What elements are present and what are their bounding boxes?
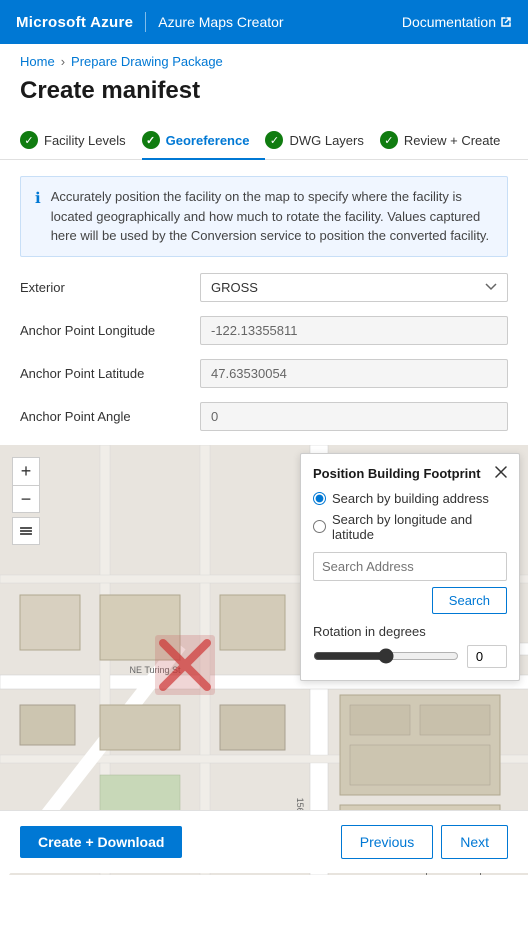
step-check-review: ✓ bbox=[380, 131, 398, 149]
previous-button[interactable]: Previous bbox=[341, 825, 433, 859]
step-dwg-layers[interactable]: ✓ DWG Layers bbox=[265, 121, 379, 159]
anchor-angle-input[interactable] bbox=[200, 402, 508, 431]
search-type-radio-group: Search by building address Search by lon… bbox=[313, 491, 507, 542]
breadcrumb-separator: › bbox=[61, 54, 65, 69]
info-text: Accurately position the facility on the … bbox=[51, 187, 493, 246]
bottom-toolbar: Create + Download Previous Next bbox=[0, 810, 528, 873]
search-button[interactable]: Search bbox=[432, 587, 507, 614]
anchor-lat-input[interactable] bbox=[200, 359, 508, 388]
search-row: Search bbox=[313, 552, 507, 614]
step-label-facility: Facility Levels bbox=[44, 133, 126, 148]
form-section: Exterior GROSS NET VOID Anchor Point Lon… bbox=[0, 273, 528, 431]
radio-address-text: Search by building address bbox=[332, 491, 489, 506]
step-check-dwg: ✓ bbox=[265, 131, 283, 149]
step-facility-levels[interactable]: ✓ Facility Levels bbox=[20, 121, 142, 159]
page-title: Create manifest bbox=[0, 73, 528, 121]
nav-buttons: Previous Next bbox=[341, 825, 508, 859]
step-review-create[interactable]: ✓ Review + Create bbox=[380, 121, 516, 159]
radio-address-input[interactable] bbox=[313, 492, 326, 505]
next-button[interactable]: Next bbox=[441, 825, 508, 859]
info-icon: ℹ bbox=[35, 188, 41, 246]
radio-address-label[interactable]: Search by building address bbox=[313, 491, 507, 506]
step-label-geo: Georeference bbox=[166, 133, 250, 148]
rotation-value-input[interactable] bbox=[467, 645, 507, 668]
form-row-longitude: Anchor Point Longitude bbox=[20, 316, 508, 345]
breadcrumb: Home › Prepare Drawing Package bbox=[0, 44, 528, 73]
brand-name: Microsoft Azure bbox=[16, 14, 133, 31]
documentation-link[interactable]: Documentation bbox=[402, 14, 512, 30]
form-row-angle: Anchor Point Angle bbox=[20, 402, 508, 431]
exterior-label: Exterior bbox=[20, 280, 200, 295]
panel-title: Position Building Footprint bbox=[313, 466, 481, 481]
zoom-out-button[interactable]: − bbox=[12, 485, 40, 513]
steps-nav: ✓ Facility Levels ✓ Georeference ✓ DWG L… bbox=[0, 121, 528, 160]
anchor-lon-label: Anchor Point Longitude bbox=[20, 323, 200, 338]
breadcrumb-home[interactable]: Home bbox=[20, 54, 55, 69]
radio-latlon-label[interactable]: Search by longitude and latitude bbox=[313, 512, 507, 542]
top-nav: Microsoft Azure Azure Maps Creator Docum… bbox=[0, 0, 528, 44]
form-row-exterior: Exterior GROSS NET VOID bbox=[20, 273, 508, 302]
map-layer-button[interactable] bbox=[12, 517, 40, 545]
rotation-label: Rotation in degrees bbox=[313, 624, 507, 639]
form-row-latitude: Anchor Point Latitude bbox=[20, 359, 508, 388]
rotation-slider[interactable] bbox=[313, 648, 459, 664]
panel-header: Position Building Footprint bbox=[313, 466, 507, 481]
rotation-row bbox=[313, 645, 507, 668]
step-check-facility: ✓ bbox=[20, 131, 38, 149]
anchor-lat-label: Anchor Point Latitude bbox=[20, 366, 200, 381]
radio-latlon-input[interactable] bbox=[313, 520, 326, 533]
external-link-icon bbox=[500, 16, 512, 28]
nav-divider bbox=[145, 12, 146, 32]
breadcrumb-current[interactable]: Prepare Drawing Package bbox=[71, 54, 223, 69]
step-label-review: Review + Create bbox=[404, 133, 500, 148]
search-address-input[interactable] bbox=[313, 552, 507, 581]
step-label-dwg: DWG Layers bbox=[289, 133, 363, 148]
position-panel: Position Building Footprint Search by bu… bbox=[300, 453, 520, 681]
map-zoom-controls: + − bbox=[12, 457, 40, 513]
anchor-lon-input[interactable] bbox=[200, 316, 508, 345]
exterior-select[interactable]: GROSS NET VOID bbox=[200, 273, 508, 302]
info-box: ℹ Accurately position the facility on th… bbox=[20, 176, 508, 257]
product-name: Azure Maps Creator bbox=[158, 14, 283, 30]
anchor-angle-label: Anchor Point Angle bbox=[20, 409, 200, 424]
collapse-icon bbox=[495, 466, 507, 478]
panel-close-button[interactable] bbox=[495, 466, 507, 480]
step-georeference[interactable]: ✓ Georeference bbox=[142, 121, 266, 159]
step-check-geo: ✓ bbox=[142, 131, 160, 149]
zoom-in-button[interactable]: + bbox=[12, 457, 40, 485]
create-download-button[interactable]: Create + Download bbox=[20, 826, 182, 858]
layers-icon bbox=[18, 523, 34, 539]
radio-latlon-text: Search by longitude and latitude bbox=[332, 512, 507, 542]
